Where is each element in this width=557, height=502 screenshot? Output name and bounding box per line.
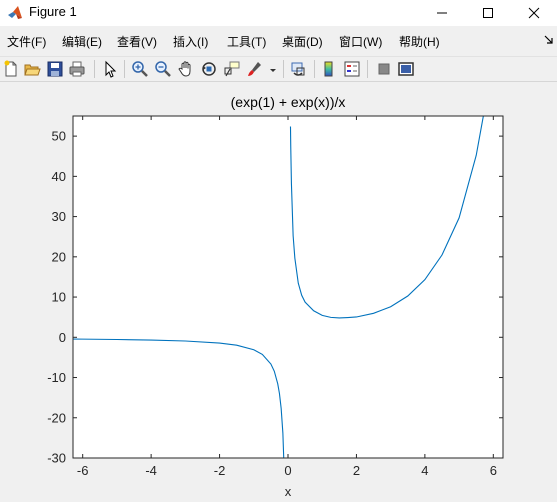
dock-arrow-icon[interactable] bbox=[544, 34, 554, 48]
print-icon[interactable] bbox=[68, 60, 86, 78]
x-axis-label: x bbox=[285, 484, 292, 499]
maximize-button[interactable] bbox=[465, 0, 511, 26]
x-tick-label: 4 bbox=[421, 463, 428, 478]
hide-plot-tools-icon[interactable] bbox=[375, 60, 393, 78]
window-title: Figure 1 bbox=[29, 4, 77, 19]
y-tick-label: 0 bbox=[59, 330, 66, 345]
edit-plot-icon[interactable] bbox=[101, 60, 119, 78]
window-titlebar: Figure 1 bbox=[0, 0, 557, 26]
menu-help[interactable]: 帮助(H) bbox=[399, 33, 440, 50]
toolbar-separator bbox=[124, 60, 125, 78]
pan-icon[interactable] bbox=[177, 60, 195, 78]
x-tick-label: -2 bbox=[214, 463, 226, 478]
x-tick-label: 2 bbox=[353, 463, 360, 478]
new-figure-icon[interactable] bbox=[2, 60, 20, 78]
menu-file[interactable]: 文件(F) bbox=[7, 33, 46, 50]
plot-svg[interactable]: -6 -4 -2 0 2 4 6-30-20-1001020304050 (exp(1) +… bbox=[0, 82, 557, 502]
x-tick-label: 6 bbox=[490, 463, 497, 478]
toolbar-separator bbox=[367, 60, 368, 78]
toolbar-separator bbox=[283, 60, 284, 78]
data-cursor-icon[interactable] bbox=[223, 60, 241, 78]
open-file-icon[interactable] bbox=[23, 60, 41, 78]
y-tick-label: -20 bbox=[47, 410, 66, 425]
minimize-icon bbox=[437, 12, 447, 14]
y-tick-label: 20 bbox=[52, 249, 66, 264]
y-tick-label: -30 bbox=[47, 451, 66, 466]
menu-tools[interactable]: 工具(T) bbox=[227, 33, 266, 50]
y-tick-label: 40 bbox=[52, 169, 66, 184]
toolbar-separator bbox=[94, 60, 95, 78]
figure-toolbar bbox=[0, 56, 557, 82]
y-tick-label: -10 bbox=[47, 370, 66, 385]
y-tick-label: 30 bbox=[52, 209, 66, 224]
menu-desktop[interactable]: 桌面(D) bbox=[282, 33, 323, 50]
matlab-logo-icon bbox=[7, 5, 23, 21]
y-tick-label: 50 bbox=[52, 129, 66, 144]
brush-dropdown-icon[interactable] bbox=[268, 60, 278, 78]
x-tick-label: 0 bbox=[284, 463, 291, 478]
rotate-3d-icon[interactable] bbox=[200, 60, 218, 78]
minimize-button[interactable] bbox=[419, 0, 465, 26]
figure-canvas: -6 -4 -2 0 2 4 6 -30 -20 -10 0 10 20 30 40 50 (exp(1) +… bbox=[0, 82, 557, 502]
zoom-in-icon[interactable] bbox=[131, 60, 149, 78]
x-tick-label: -4 bbox=[145, 463, 157, 478]
menu-view[interactable]: 查看(V) bbox=[117, 33, 157, 50]
plot-title: (exp(1) + exp(x))/x bbox=[231, 94, 346, 110]
menu-window[interactable]: 窗口(W) bbox=[339, 33, 382, 50]
zoom-out-icon[interactable] bbox=[154, 60, 172, 78]
y-tick-label: 10 bbox=[52, 290, 66, 305]
close-button[interactable] bbox=[511, 0, 557, 26]
brush-icon[interactable] bbox=[246, 60, 264, 78]
toolbar-separator bbox=[314, 60, 315, 78]
insert-colorbar-icon[interactable] bbox=[320, 60, 338, 78]
maximize-icon bbox=[483, 8, 493, 18]
close-icon bbox=[528, 7, 540, 19]
axes-background[interactable] bbox=[73, 116, 503, 458]
menu-edit[interactable]: 编辑(E) bbox=[62, 33, 102, 50]
menu-insert[interactable]: 插入(I) bbox=[173, 33, 208, 50]
x-tick-label: -6 bbox=[77, 463, 89, 478]
save-icon[interactable] bbox=[46, 60, 64, 78]
link-plot-icon[interactable] bbox=[289, 60, 307, 78]
menu-bar: 文件(F) 编辑(E) 查看(V) 插入(I) 工具(T) 桌面(D) 窗口(W… bbox=[0, 30, 557, 52]
show-plot-tools-icon[interactable] bbox=[397, 60, 415, 78]
insert-legend-icon[interactable] bbox=[343, 60, 361, 78]
